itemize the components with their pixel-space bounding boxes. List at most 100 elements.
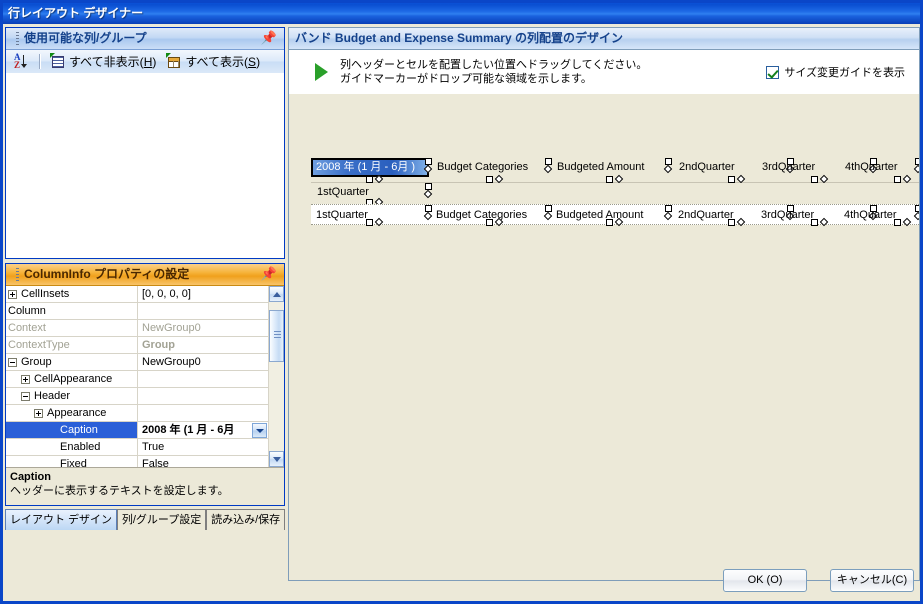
guide-marker-square[interactable] [425,158,432,165]
guide-marker-square[interactable] [894,219,901,226]
property-row[interactable]: Group NewGroup0 [6,354,268,371]
guide-marker-diamond[interactable] [494,174,504,184]
property-name[interactable]: Fixed [6,456,138,467]
property-value[interactable]: [0, 0, 0, 0] [138,286,268,302]
guide-marker-square[interactable] [811,219,818,226]
property-grid-scrollbar[interactable] [268,286,284,467]
property-name[interactable]: Column [6,303,138,319]
cancel-button[interactable]: キャンセル(C) [830,569,914,592]
header-cell-label[interactable]: 2ndQuarter [679,161,735,174]
guide-marker-diamond[interactable] [902,174,912,184]
collapse-icon[interactable] [8,357,17,367]
second-header-row[interactable]: 1stQuarter [311,183,919,207]
show-all-button[interactable]: すべて表示(S) [162,51,264,72]
property-name[interactable]: CellAppearance [6,371,138,387]
property-name[interactable]: CellInsets [6,286,138,302]
cell-label[interactable]: Budgeted Amount [556,209,643,222]
property-value[interactable]: True [138,439,268,455]
property-value[interactable]: NewGroup0 [138,320,268,336]
guide-marker-diamond[interactable] [819,217,829,227]
available-columns-list[interactable] [6,73,284,258]
guide-marker-diamond[interactable] [819,174,829,184]
property-row[interactable]: ContextType Group [6,337,268,354]
property-value[interactable] [138,371,268,387]
layout-design-canvas[interactable]: 2008 年 (1 月 - 6月 ) Budget Categories Budge… [289,94,919,580]
second-header-cell-label[interactable]: 1stQuarter [317,186,369,199]
guide-marker-diamond[interactable] [374,217,384,227]
guide-marker-diamond[interactable] [913,164,919,174]
property-name[interactable]: Enabled [6,439,138,455]
header-cell-label[interactable]: Budgeted Amount [557,161,644,174]
guide-marker-square[interactable] [728,176,735,183]
guide-marker-square[interactable] [366,219,373,226]
property-value[interactable] [138,388,268,404]
property-row[interactable]: Caption 2008 年 (1 月 - 6月 [6,422,268,439]
header-cell-label[interactable]: 3rdQuarter [762,161,815,174]
checkbox-check-icon[interactable] [766,65,780,79]
property-name[interactable]: ContextType [6,337,138,353]
property-name[interactable]: Header [6,388,138,404]
property-row[interactable]: Appearance [6,405,268,422]
guide-marker-diamond[interactable] [423,211,433,221]
left-tab[interactable]: 列/グループ設定 [116,509,207,530]
property-row[interactable]: Context NewGroup0 [6,320,268,337]
guide-marker-square[interactable] [894,176,901,183]
show-resize-guide-checkbox[interactable]: サイズ変更ガイドを表示 [766,64,905,80]
guide-marker-square[interactable] [606,176,613,183]
expand-icon[interactable] [8,289,17,299]
guide-marker-diamond[interactable] [423,189,433,199]
expand-icon[interactable] [34,408,43,418]
header-row[interactable]: 2008 年 (1 月 - 6月 ) Budget Categories Budge… [311,157,919,184]
property-row[interactable]: CellInsets [0, 0, 0, 0] [6,286,268,303]
pin-icon[interactable]: 📌 [261,32,280,45]
cell-label[interactable]: 4thQuarter [844,209,897,222]
property-name[interactable]: Appearance [6,405,138,421]
header-cell-selected[interactable]: 2008 年 (1 月 - 6月 ) [311,158,429,177]
cell-row[interactable]: 1stQuarter Budget Categories Budgeted Amou… [311,204,919,227]
guide-marker-diamond[interactable] [663,211,673,221]
guide-marker-square[interactable] [366,176,373,183]
property-value[interactable]: 2008 年 (1 月 - 6月 [138,422,268,438]
guide-marker-square[interactable] [811,176,818,183]
guide-marker-square[interactable] [606,219,613,226]
property-name[interactable]: Group [6,354,138,370]
ok-button[interactable]: OK (O) [723,569,807,592]
guide-marker-square[interactable] [665,158,672,165]
band-layout-area[interactable]: 2008 年 (1 月 - 6月 ) Budget Categories Budge… [311,157,919,227]
guide-marker-square[interactable] [486,219,493,226]
scroll-down-icon[interactable] [269,451,284,467]
property-value[interactable]: NewGroup0 [138,354,268,370]
cell-label[interactable]: 2ndQuarter [678,209,734,222]
guide-marker-diamond[interactable] [614,174,624,184]
pin-icon[interactable]: 📌 [261,268,280,281]
guide-marker-diamond[interactable] [736,217,746,227]
guide-marker-diamond[interactable] [913,211,919,221]
scroll-up-icon[interactable] [269,286,284,302]
guide-marker-diamond[interactable] [736,174,746,184]
left-tab[interactable]: 読み込み/保存 [206,509,285,530]
property-grid[interactable]: CellInsets [0, 0, 0, 0] Column Context NewGr… [6,286,284,467]
property-name[interactable]: Caption [6,422,138,438]
property-value[interactable]: False [138,456,268,467]
guide-marker-diamond[interactable] [902,217,912,227]
guide-marker-square[interactable] [665,205,672,212]
property-row[interactable]: CellAppearance [6,371,268,388]
sort-az-button[interactable]: AZ [10,51,34,72]
guide-marker-diamond[interactable] [543,164,553,174]
header-cell-label[interactable]: 4thQuarter [845,161,898,174]
property-row[interactable]: Fixed False [6,456,268,467]
guide-marker-diamond[interactable] [543,211,553,221]
hide-all-button[interactable]: すべて非表示(H) [46,51,160,72]
property-value[interactable]: Group [138,337,268,353]
guide-marker-square[interactable] [425,205,432,212]
guide-marker-square[interactable] [545,205,552,212]
cell-label[interactable]: 1stQuarter [316,209,368,222]
guide-marker-square[interactable] [545,158,552,165]
chevron-down-icon[interactable] [252,422,267,438]
cell-label[interactable]: 3rdQuarter [761,209,814,222]
property-value[interactable] [138,405,268,421]
guide-marker-square[interactable] [425,183,432,190]
guide-marker-square[interactable] [728,219,735,226]
cell-label[interactable]: Budget Categories [436,209,527,222]
property-row[interactable]: Header [6,388,268,405]
